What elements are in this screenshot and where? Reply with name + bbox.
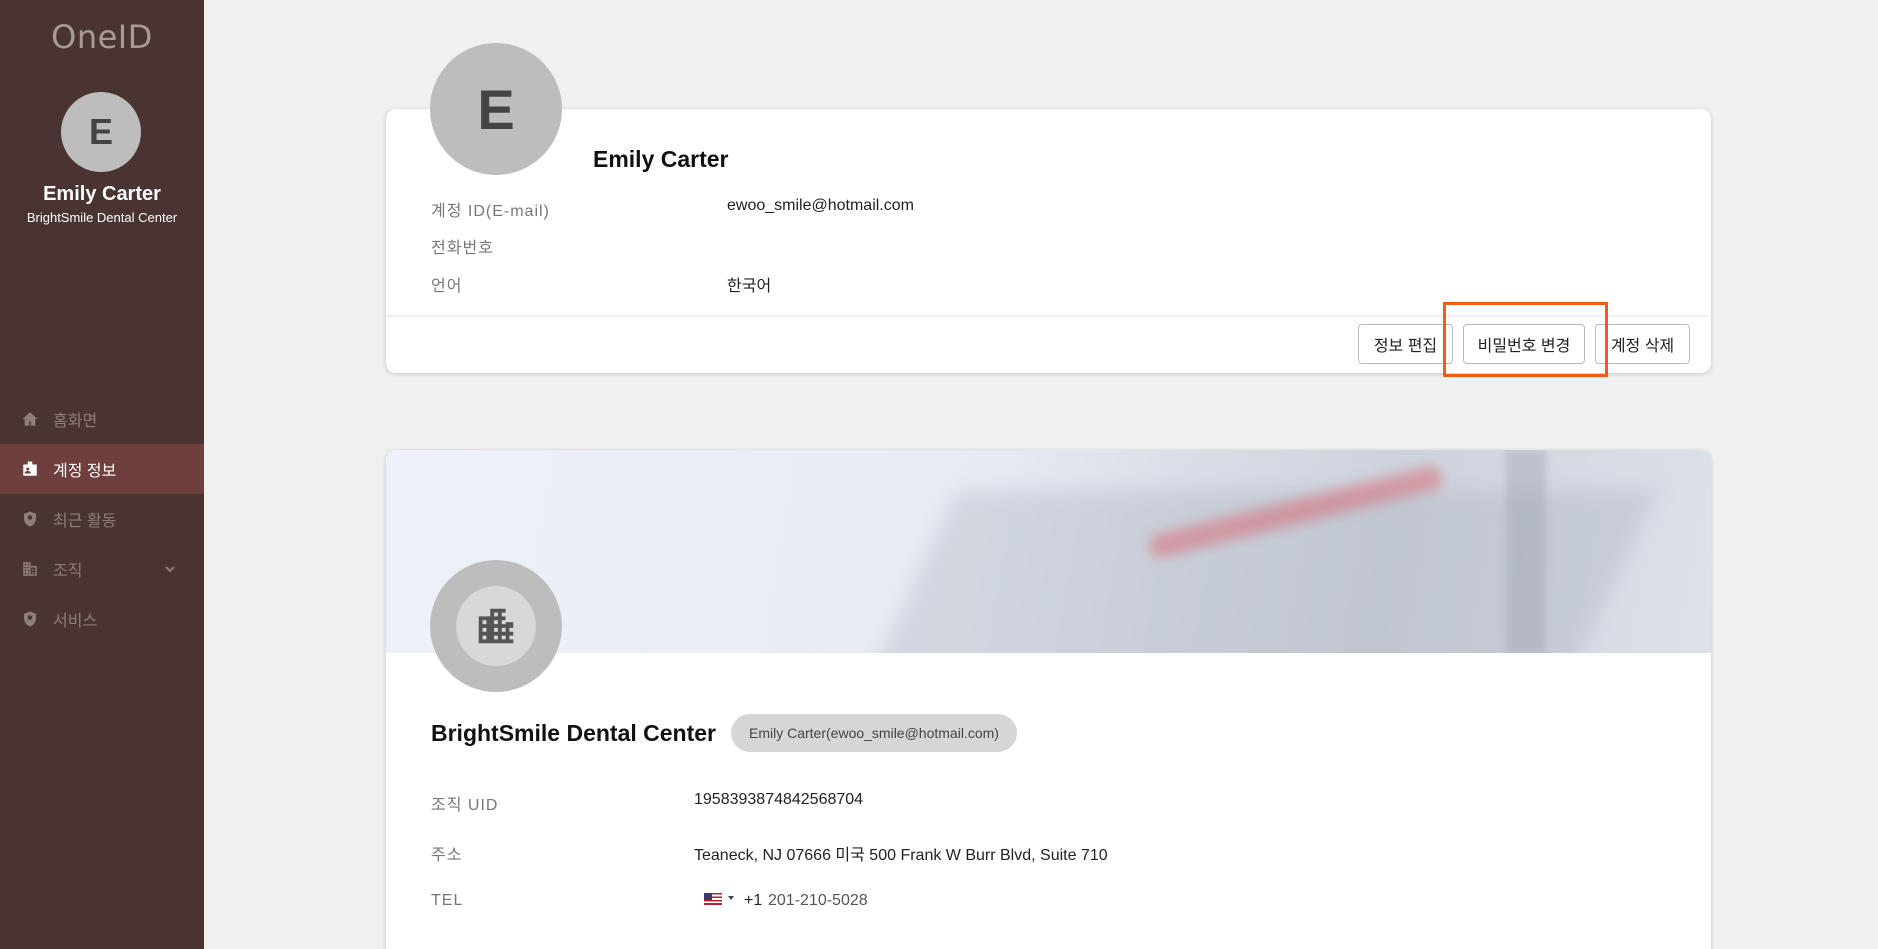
tel-country-code: +1 [744,892,763,909]
building-icon [20,559,40,579]
account-user-name: Emily Carter [593,146,729,172]
sidebar-item-recent-activity[interactable]: 최근 활동 [0,494,204,544]
tel-label: TEL [431,892,464,909]
home-icon [20,409,40,429]
address-value: Teaneck, NJ 07666 미국 500 Frank W Burr Bl… [694,847,1108,864]
building-icon [478,608,514,644]
language-value: 한국어 [727,278,772,295]
sidebar: OneID E Emily Carter BrightSmile Dental … [0,0,204,949]
sidebar-item-account-info[interactable]: 계정 정보 [0,444,204,494]
chevron-down-icon[interactable] [162,561,178,577]
caret-down-icon[interactable] [728,896,734,900]
sidebar-avatar: E [61,92,141,172]
organization-name: BrightSmile Dental Center [431,720,716,746]
shield-icon [20,509,40,529]
app-logo[interactable]: OneID [0,18,204,56]
tel-value: 201-210-5028 [768,892,868,909]
account-id-value: ewoo_smile@hotmail.com [727,197,914,214]
address-label: 주소 [431,847,463,864]
sidebar-item-label: 조직 [53,563,83,580]
sidebar-item-organization[interactable]: 조직 [0,544,204,594]
org-uid-label: 조직 UID [431,797,499,814]
organization-banner-image [386,450,1711,653]
organization-card [386,450,1711,949]
id-badge-icon [20,459,40,479]
sidebar-item-services[interactable]: 서비스 [0,594,204,644]
sidebar-item-label: 최근 활동 [53,513,117,530]
edit-info-button[interactable]: 정보 편집 [1358,324,1453,364]
us-flag-icon[interactable] [704,893,722,905]
org-uid-value: 1958393874842568704 [694,791,864,808]
change-password-highlight [1443,302,1608,377]
organization-avatar [430,560,562,692]
sidebar-user-name: Emily Carter [43,183,161,205]
language-label: 언어 [431,278,463,295]
user-avatar: E [430,43,562,175]
sidebar-item-label: 홈화면 [53,413,98,430]
sidebar-item-label: 서비스 [53,613,98,630]
account-id-label: 계정 ID(E-mail) [431,203,550,220]
phone-label: 전화번호 [431,240,494,257]
organization-owner-chip: Emily Carter(ewoo_smile@hotmail.com) [731,714,1017,752]
sidebar-item-label: 계정 정보 [53,463,117,480]
sidebar-item-home[interactable]: 홈화면 [0,394,204,444]
delete-account-button[interactable]: 계정 삭제 [1595,324,1690,364]
sidebar-org-name: BrightSmile Dental Center [26,210,178,225]
sidebar-nav: 홈화면 계정 정보 최근 활동 조직 서비스 [0,394,204,644]
shield-icon [20,609,40,629]
